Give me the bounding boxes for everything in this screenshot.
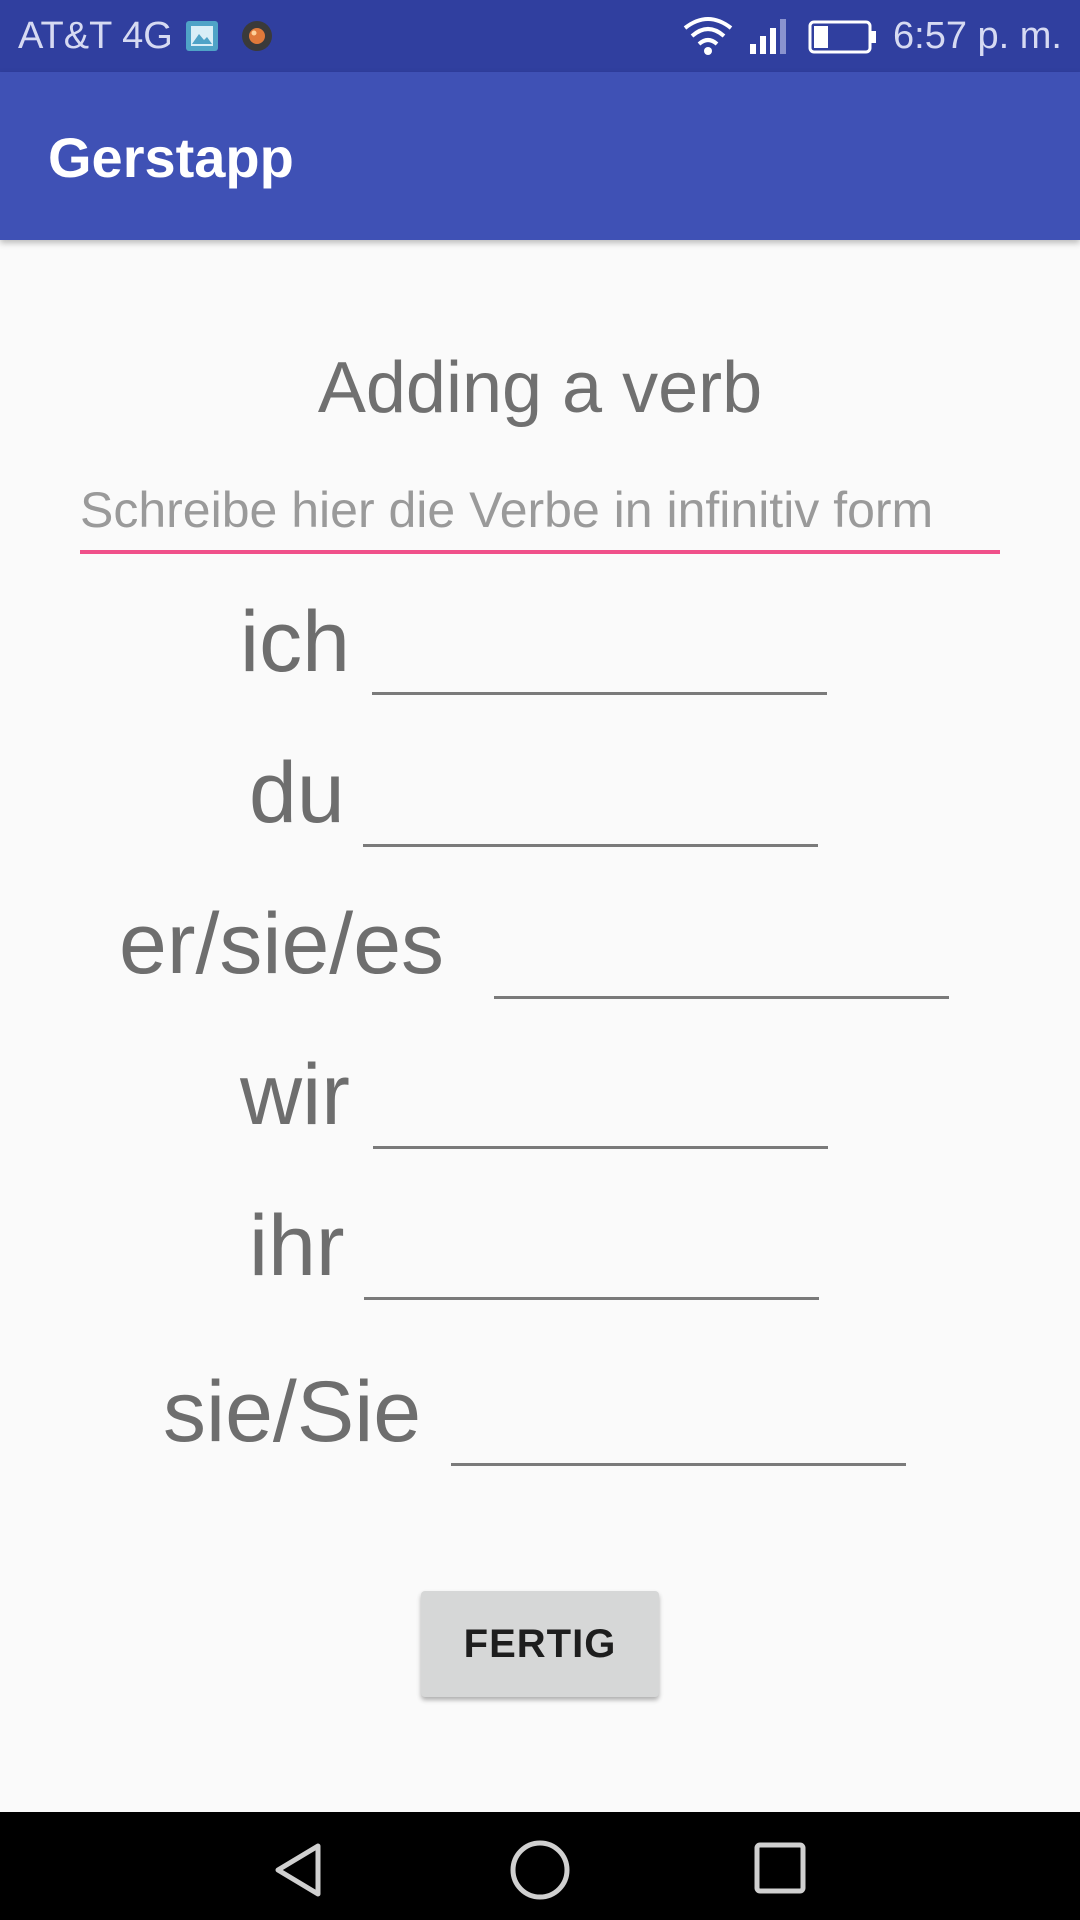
conjugation-input-sie-Sie[interactable]	[451, 1391, 906, 1461]
conjugation-input-ich[interactable]	[372, 620, 827, 690]
input-underline	[373, 1146, 828, 1149]
app-bar: Gerstapp	[0, 72, 1080, 240]
conjugation-input-er-sie-es[interactable]	[494, 924, 949, 994]
pronoun-label-sie-Sie: sie/Sie	[163, 1364, 422, 1460]
recents-icon[interactable]	[752, 1840, 808, 1896]
system-nav-bar	[0, 1812, 1080, 1920]
pronoun-label-er-sie-es: er/sie/es	[119, 896, 445, 992]
back-icon[interactable]	[270, 1840, 330, 1900]
gallery-notification-icon	[186, 21, 218, 51]
infinitive-verb-input[interactable]	[80, 470, 1000, 554]
app-title: Gerstapp	[48, 126, 294, 189]
input-underline	[494, 996, 949, 999]
input-underline	[451, 1463, 906, 1466]
fertig-button[interactable]: FERTIG	[421, 1591, 659, 1697]
pronoun-label-ich: ich	[240, 594, 350, 690]
input-underline	[372, 692, 827, 695]
home-icon[interactable]	[508, 1838, 572, 1902]
pronoun-label-ihr: ihr	[249, 1198, 345, 1294]
app-notification-icon	[242, 21, 272, 51]
pronoun-label-wir: wir	[240, 1047, 350, 1143]
pronoun-label-du: du	[249, 745, 345, 841]
wifi-icon	[683, 17, 733, 55]
conjugation-input-du[interactable]	[363, 772, 818, 842]
page-heading: Adding a verb	[317, 348, 763, 428]
signal-icon	[750, 19, 786, 54]
clock: 6:57 p. m.	[893, 15, 1062, 57]
carrier-label: AT&T 4G	[18, 15, 173, 57]
status-bar: AT&T 4G 6:57 p. m.	[0, 0, 1080, 72]
conjugation-input-wir[interactable]	[373, 1074, 828, 1144]
conjugation-input-ihr[interactable]	[364, 1225, 819, 1295]
battery-icon	[808, 20, 876, 54]
input-underline	[364, 1297, 819, 1300]
input-underline	[363, 844, 818, 847]
